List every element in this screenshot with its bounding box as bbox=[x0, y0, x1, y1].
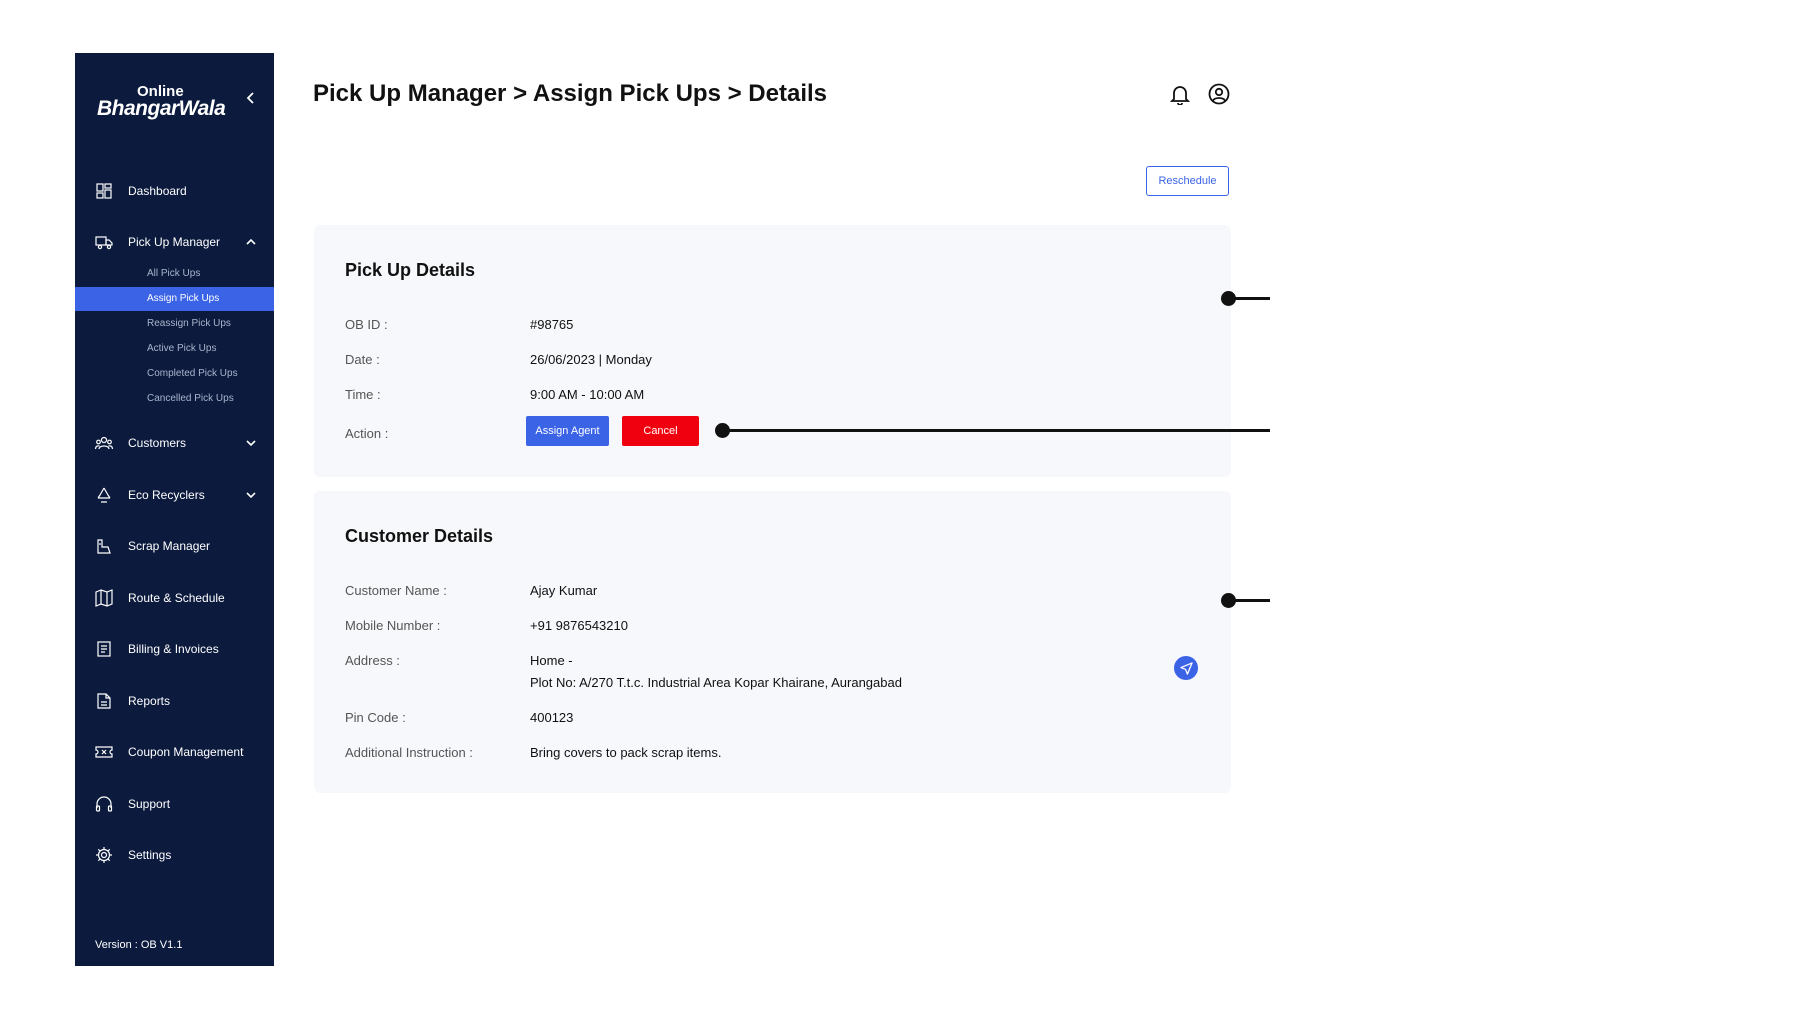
sidebar-item-label: Support bbox=[128, 797, 171, 811]
sidebar-item-settings[interactable]: Settings bbox=[75, 840, 274, 870]
sidebar-item-coupon-management[interactable]: Coupon Management bbox=[75, 737, 274, 767]
sidebar-subitem-label: Reassign Pick Ups bbox=[147, 318, 231, 329]
sidebar-item-label: Reports bbox=[128, 694, 171, 708]
sidebar-item-label: Eco Recyclers bbox=[128, 488, 205, 502]
annotation-line bbox=[1228, 599, 1270, 602]
map-icon bbox=[95, 589, 113, 607]
sidebar-item-label: Coupon Management bbox=[128, 745, 244, 759]
truck-icon bbox=[95, 233, 113, 251]
sidebar-item-label: Settings bbox=[128, 848, 172, 862]
pickup-details-card: Pick Up Details OB ID : #98765 Date : 26… bbox=[314, 225, 1231, 477]
sidebar-item-label: Billing & Invoices bbox=[128, 642, 219, 656]
assign-agent-button[interactable]: Assign Agent bbox=[526, 416, 609, 446]
sidebar-item-eco-recyclers[interactable]: Eco Recyclers bbox=[75, 480, 274, 510]
ob-id-value: #98765 bbox=[530, 317, 574, 332]
pin-code-value: 400123 bbox=[530, 710, 574, 725]
time-value: 9:00 AM - 10:00 AM bbox=[530, 387, 645, 402]
sidebar-item-route-schedule[interactable]: Route & Schedule bbox=[75, 583, 274, 613]
sidebar-collapse-button[interactable] bbox=[243, 90, 259, 110]
sidebar-item-billing-invoices[interactable]: Billing & Invoices bbox=[75, 634, 274, 664]
sidebar-item-label: Pick Up Manager bbox=[128, 235, 221, 249]
additional-instruction-value: Bring covers to pack scrap items. bbox=[530, 745, 722, 760]
sidebar-item-customers[interactable]: Customers bbox=[75, 428, 274, 458]
customer-details-card: Customer Details Customer Name : Ajay Ku… bbox=[314, 491, 1231, 793]
users-icon bbox=[94, 434, 114, 452]
coupon-icon bbox=[95, 743, 113, 761]
page: Online BhangarWala Dashboard Pick Up Man… bbox=[0, 0, 1800, 1013]
chevron-down-icon bbox=[244, 436, 258, 450]
version-label: Version : OB V1.1 bbox=[95, 939, 183, 951]
breadcrumb-separator: > bbox=[506, 80, 533, 107]
open-directions-button[interactable] bbox=[1174, 656, 1198, 680]
sidebar-subitem-completed-pickups[interactable]: Completed Pick Ups bbox=[75, 362, 274, 386]
sidebar-item-reports[interactable]: Reports bbox=[75, 686, 274, 716]
breadcrumb-item-assign-pickups[interactable]: Assign Pick Ups bbox=[533, 80, 721, 107]
sidebar-subitem-cancelled-pickups[interactable]: Cancelled Pick Ups bbox=[75, 387, 274, 411]
sidebar-subitem-label: Completed Pick Ups bbox=[147, 368, 238, 379]
reschedule-button[interactable]: Reschedule bbox=[1146, 166, 1229, 196]
pin-code-label: Pin Code : bbox=[345, 710, 406, 725]
sidebar-subitem-all-pickups[interactable]: All Pick Ups bbox=[75, 262, 274, 286]
address-line2: Plot No: A/270 T.t.c. Industrial Area Ko… bbox=[530, 675, 902, 690]
customer-details-title: Customer Details bbox=[345, 526, 494, 546]
annotation-line bbox=[722, 429, 1270, 432]
sidebar-subitem-label: Cancelled Pick Ups bbox=[147, 393, 234, 404]
sidebar-subitem-label: Assign Pick Ups bbox=[147, 293, 220, 304]
sidebar-item-label: Route & Schedule bbox=[128, 591, 225, 605]
sidebar-item-dashboard[interactable]: Dashboard bbox=[75, 176, 274, 206]
date-value: 26/06/2023 | Monday bbox=[530, 352, 652, 367]
address-label: Address : bbox=[345, 653, 400, 668]
profile-button[interactable] bbox=[1208, 83, 1230, 105]
notifications-button[interactable] bbox=[1169, 83, 1191, 106]
pickup-details-title: Pick Up Details bbox=[345, 260, 476, 280]
invoice-icon bbox=[95, 640, 113, 658]
ob-id-label: OB ID : bbox=[345, 317, 388, 332]
annotation-line bbox=[1228, 297, 1270, 300]
sidebar-item-scrap-manager[interactable]: Scrap Manager bbox=[75, 531, 274, 561]
sidebar-subitem-label: Active Pick Ups bbox=[147, 343, 217, 354]
breadcrumb: Pick Up Manager > Assign Pick Ups > Deta… bbox=[313, 80, 827, 108]
gear-icon bbox=[95, 846, 113, 864]
mobile-number-label: Mobile Number : bbox=[345, 618, 441, 633]
navigation-icon bbox=[1179, 661, 1193, 675]
report-icon bbox=[95, 692, 113, 710]
scrap-icon bbox=[95, 537, 113, 555]
brand-logo[interactable]: Online BhangarWala bbox=[97, 83, 237, 123]
breadcrumb-item-details: Details bbox=[748, 80, 827, 107]
headset-icon bbox=[95, 795, 113, 813]
chevron-left-icon bbox=[246, 92, 254, 104]
breadcrumb-item-pickup-manager[interactable]: Pick Up Manager bbox=[313, 80, 506, 107]
breadcrumb-separator: > bbox=[720, 80, 749, 107]
sidebar-subitem-reassign-pickups[interactable]: Reassign Pick Ups bbox=[75, 312, 274, 336]
sidebar-item-pickup-manager[interactable]: Pick Up Manager bbox=[75, 227, 274, 257]
sidebar: Online BhangarWala Dashboard Pick Up Man… bbox=[75, 53, 274, 966]
time-label: Time : bbox=[345, 387, 381, 402]
brand-line2: BhangarWala bbox=[97, 97, 226, 120]
cancel-button[interactable]: Cancel bbox=[622, 416, 699, 446]
dashboard-icon bbox=[95, 182, 113, 200]
chevron-up-icon bbox=[244, 235, 258, 249]
customer-name-label: Customer Name : bbox=[345, 583, 447, 598]
mobile-number-value: +91 9876543210 bbox=[530, 618, 628, 633]
date-label: Date : bbox=[345, 352, 380, 367]
recycle-icon bbox=[95, 486, 113, 504]
sidebar-subitem-active-pickups[interactable]: Active Pick Ups bbox=[75, 337, 274, 361]
customer-name-value: Ajay Kumar bbox=[530, 583, 598, 598]
sidebar-subitem-label: All Pick Ups bbox=[147, 268, 201, 279]
sidebar-item-label: Dashboard bbox=[128, 184, 187, 198]
additional-instruction-label: Additional Instruction : bbox=[345, 745, 473, 760]
bell-icon bbox=[1169, 86, 1191, 106]
sidebar-subitem-assign-pickups[interactable]: Assign Pick Ups bbox=[75, 287, 274, 311]
sidebar-item-label: Scrap Manager bbox=[128, 539, 211, 553]
sidebar-item-support[interactable]: Support bbox=[75, 789, 274, 819]
address-line1: Home - bbox=[530, 653, 573, 668]
sidebar-item-label: Customers bbox=[128, 436, 187, 450]
action-label: Action : bbox=[345, 426, 389, 441]
chevron-down-icon bbox=[244, 488, 258, 502]
user-circle-icon bbox=[1208, 83, 1230, 105]
